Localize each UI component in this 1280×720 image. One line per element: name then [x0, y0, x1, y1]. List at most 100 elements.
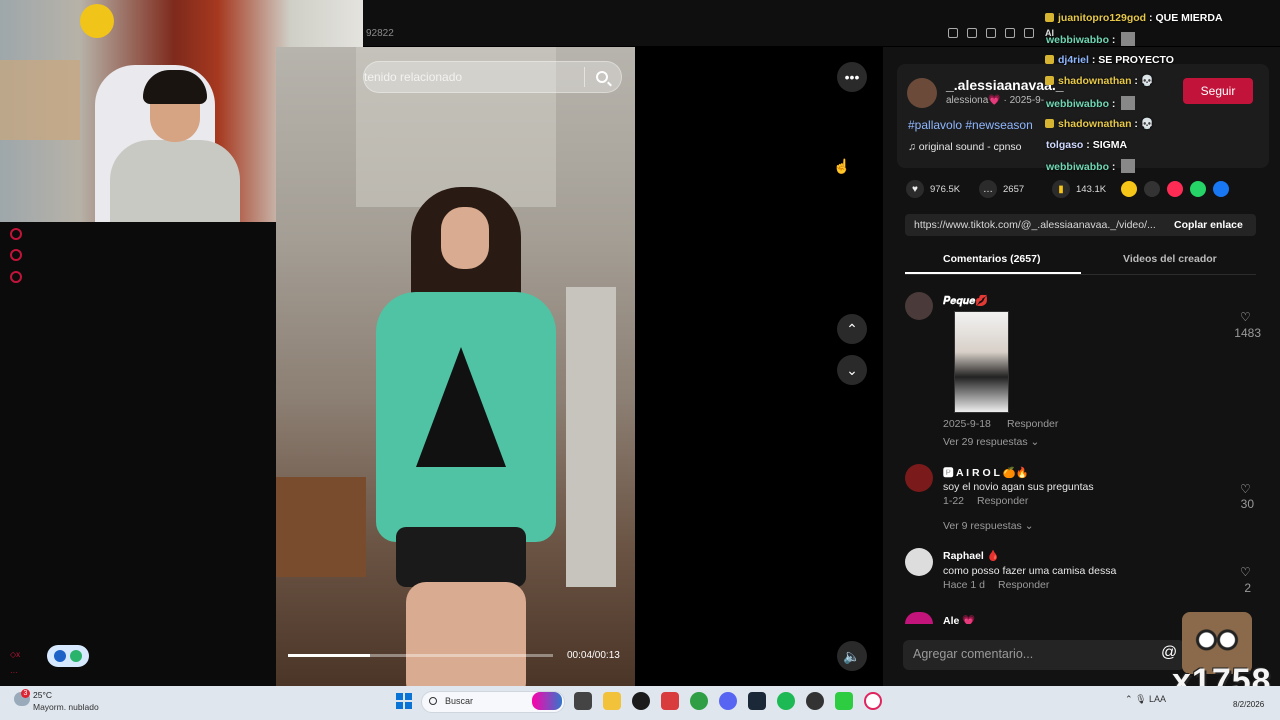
heart-outline-icon[interactable]: ♡: [1240, 310, 1251, 324]
sound-name: original sound - cpnso: [918, 141, 1022, 153]
video-link[interactable]: https://www.tiktok.com/@_.alessiaanavaa.…: [914, 219, 1162, 231]
coin-icon[interactable]: [1121, 181, 1137, 197]
video-progress-bar[interactable]: [288, 654, 553, 657]
search-icon[interactable]: [596, 71, 608, 83]
speaker-icon: 🔈: [843, 647, 861, 664]
chat-message: shadownathan : 💀: [1045, 117, 1154, 130]
translate-icon[interactable]: [1024, 28, 1034, 38]
chat-separator: :: [1083, 139, 1093, 151]
bell-icon[interactable]: [10, 249, 22, 261]
tab-comments[interactable]: Comentarios (2657): [943, 253, 1040, 265]
whatsapp-icon[interactable]: [1190, 181, 1206, 197]
heart-outline-icon[interactable]: ♡: [1240, 482, 1251, 496]
start-button[interactable]: [396, 693, 412, 709]
chat-message: dj4riel : SE PROYECTO: [1045, 54, 1174, 66]
obs-icon[interactable]: [806, 692, 824, 710]
reply-button[interactable]: Responder: [998, 579, 1049, 591]
related-search-text: tenido relacionado: [364, 70, 463, 84]
tray-language[interactable]: LAA: [1149, 694, 1166, 704]
follow-button[interactable]: Seguir: [1183, 78, 1253, 104]
comment-button[interactable]: … 2657: [979, 180, 1042, 198]
reply-button[interactable]: Responder: [1007, 418, 1058, 430]
comment-text: soy el novio agan sus preguntas: [943, 481, 1094, 493]
comment-author[interactable]: 🅿 A I R O L 🍊🔥: [943, 465, 1029, 480]
pin-icon[interactable]: [967, 28, 977, 38]
system-tray[interactable]: ⌃ 🎙 LAA: [1125, 694, 1166, 705]
facebook-icon[interactable]: [1213, 181, 1229, 197]
share-arrow-icon[interactable]: [1236, 181, 1252, 197]
settings-icon[interactable]: [10, 271, 22, 283]
chat-text: QUE MIERDA: [1155, 12, 1223, 24]
previous-video-button[interactable]: ⌃: [837, 314, 867, 344]
chat-username[interactable]: shadownathan: [1058, 75, 1132, 87]
reply-button[interactable]: Responder: [977, 495, 1028, 507]
chat-username[interactable]: webbiwabbo: [1046, 98, 1109, 110]
chat-username[interactable]: juanitopro129god: [1058, 12, 1146, 24]
chat-username[interactable]: shadownathan: [1058, 118, 1132, 130]
embed-icon[interactable]: [1144, 181, 1160, 197]
chevron-up-icon[interactable]: ⌃: [1125, 694, 1133, 704]
comment-avatar[interactable]: [905, 464, 933, 492]
chat-username[interactable]: tolgaso: [1046, 139, 1083, 151]
post-sound[interactable]: ♫ original sound - cpnso: [908, 141, 1022, 153]
comment-placeholder: Agregar comentario...: [913, 647, 1034, 661]
more-icon[interactable]: ···: [10, 668, 18, 677]
task-view-icon[interactable]: [574, 692, 592, 710]
next-video-button[interactable]: ⌄: [837, 355, 867, 385]
webcam-body: [110, 140, 240, 222]
chat-text: 💀: [1140, 75, 1154, 87]
mic-icon[interactable]: 🎙: [1135, 694, 1146, 704]
app-icon[interactable]: [835, 692, 853, 710]
url-fragment: 92822: [366, 28, 394, 39]
screenshot-icon[interactable]: [986, 28, 996, 38]
send-icon[interactable]: [1167, 181, 1183, 197]
tab-creator-videos[interactable]: Videos del creador: [1123, 253, 1217, 265]
comment-author[interactable]: Raphael 🩸: [943, 549, 1000, 562]
post-hashtags[interactable]: #pallavolo #newseason: [908, 118, 1033, 132]
video-player[interactable]: [276, 47, 635, 686]
webcam-plush: [80, 4, 114, 38]
app-icon[interactable]: [632, 692, 650, 710]
taskbar-date[interactable]: 8/2/2026: [1233, 700, 1264, 709]
discord-icon[interactable]: [719, 692, 737, 710]
zoom-icon[interactable]: [948, 28, 958, 38]
comment-avatar[interactable]: [905, 292, 933, 320]
chat-badge-icon: [1045, 55, 1054, 64]
more-options-button[interactable]: •••: [837, 62, 867, 92]
steam-icon[interactable]: [748, 692, 766, 710]
chat-emote-icon: [1121, 32, 1136, 46]
save-button[interactable]: ▮ 143.1K: [1052, 180, 1115, 198]
shield-icon[interactable]: [1005, 28, 1015, 38]
chat-username[interactable]: webbiwabbo: [1046, 161, 1109, 173]
comment-avatar[interactable]: [905, 548, 933, 576]
view-replies-button[interactable]: Ver 29 respuestas ⌄: [943, 436, 1039, 448]
history-icon[interactable]: [10, 228, 22, 240]
chat-username[interactable]: dj4riel: [1058, 54, 1089, 66]
app-icon[interactable]: [661, 692, 679, 710]
comment-author[interactable]: 𝑷𝒆𝒒𝒖𝒆💋: [943, 294, 988, 308]
volume-button[interactable]: 🔈: [837, 641, 867, 671]
chrome-icon[interactable]: [690, 692, 708, 710]
view-replies-button[interactable]: Ver 9 respuestas ⌄: [943, 520, 1034, 532]
like-button[interactable]: ♥ 976.5K: [906, 180, 969, 198]
weather-temp: 25°C: [33, 690, 52, 700]
screen: 92822 AI ◇x ··· tenido relacionado 00:04…: [0, 0, 1280, 720]
comment-likes: 30: [1240, 497, 1254, 511]
chat-username[interactable]: webbiwabbo: [1046, 34, 1109, 46]
extension-icon: [54, 650, 66, 662]
bookmark-icon: ▮: [1052, 180, 1070, 198]
engagement-bar: ♥ 976.5K … 2657 ▮ 143.1K: [906, 180, 1115, 198]
comment-image[interactable]: [954, 311, 1009, 413]
heart-outline-icon[interactable]: ♡: [1240, 565, 1251, 579]
opera-icon[interactable]: [864, 692, 882, 710]
mention-icon[interactable]: @: [1161, 644, 1177, 662]
power-icon: [70, 650, 82, 662]
file-explorer-icon[interactable]: [603, 692, 621, 710]
tab-active-indicator: [905, 272, 1081, 274]
spotify-icon[interactable]: [777, 692, 795, 710]
extension-pill[interactable]: [47, 645, 89, 667]
chevron-down-icon: ⌄: [846, 361, 858, 378]
chat-text: SIGMA: [1092, 139, 1128, 151]
copy-link-button[interactable]: Coplar enlace: [1174, 219, 1243, 231]
author-avatar[interactable]: [907, 78, 937, 108]
